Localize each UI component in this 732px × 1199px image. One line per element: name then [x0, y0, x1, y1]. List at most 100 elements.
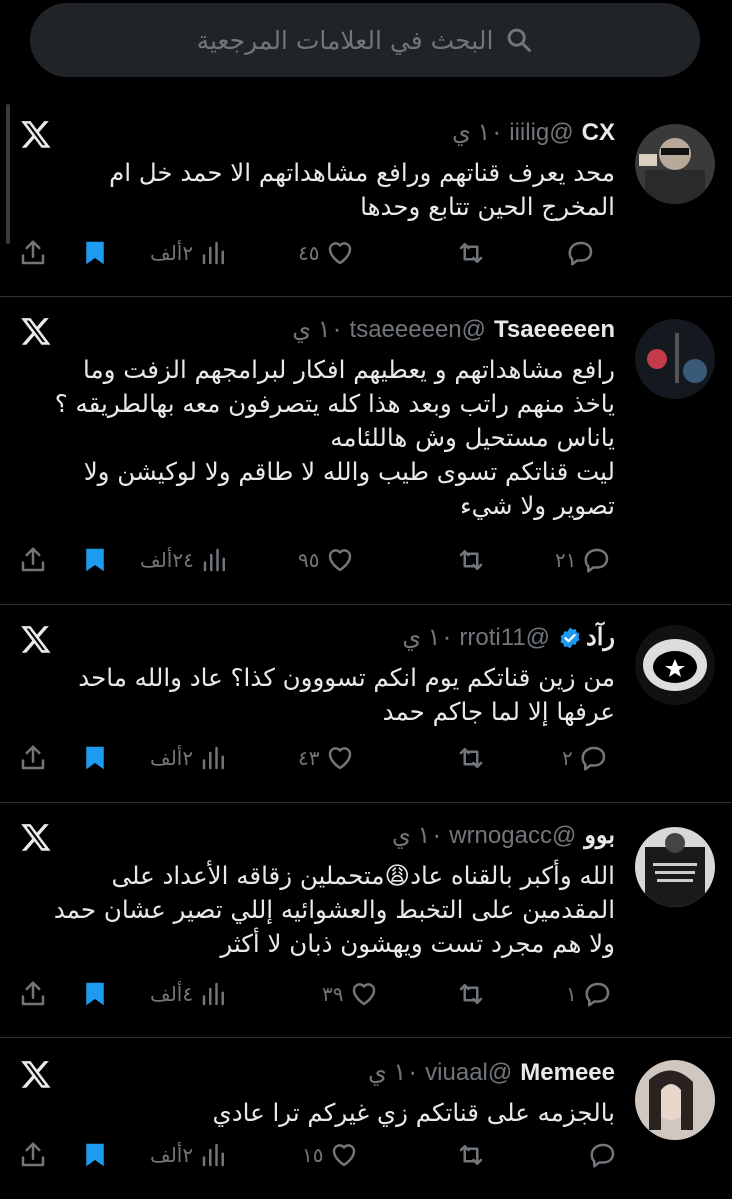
display-name[interactable]: Memeee [520, 1056, 615, 1090]
reply-button[interactable]: ٢ [562, 743, 609, 773]
tweet-header: Tsaeeeeen @tsaeeeeen ١٠ ي [292, 313, 615, 347]
tweet-header: CX @iiilig ١٠ ي [452, 116, 615, 150]
retweet-button[interactable] [456, 743, 486, 773]
heart-icon [353, 983, 376, 1006]
views-button[interactable]: ٢٤ألف [140, 545, 230, 575]
views-chart-icon [202, 1143, 225, 1167]
retweet-button[interactable] [456, 545, 486, 575]
like-count: ٤٥ [298, 241, 320, 265]
tweet-actions: ٤ألف ٣٩ ١ [0, 979, 732, 1019]
views-button[interactable]: ٢ألف [150, 238, 229, 268]
display-name[interactable]: رآد [586, 621, 615, 655]
avatar[interactable] [635, 1060, 715, 1140]
reply-icon [584, 548, 609, 573]
share-icon [21, 547, 45, 572]
tweet-text: رافع مشاهداتهم و يعطيهم افكار لبرامجهم ا… [54, 355, 615, 520]
like-count: ٤٣ [298, 746, 320, 770]
timestamp[interactable]: ١٠ ي [392, 819, 443, 853]
retweet-button[interactable] [456, 1140, 486, 1170]
username[interactable]: @viuaal [425, 1056, 512, 1090]
heart-icon [333, 1144, 356, 1167]
tweet[interactable]: بوو @wrnogacc ١٠ ي الله وأكبر بالقناه عا… [0, 803, 732, 1038]
reply-button[interactable]: ٢١ [555, 545, 612, 575]
username[interactable]: @wrnogacc [449, 819, 576, 853]
like-count: ٩٥ [298, 548, 320, 572]
views-button[interactable]: ٢ألف [150, 743, 229, 773]
tweet-header: رآد @rroti11 ١٠ ي [402, 621, 615, 655]
display-name[interactable]: بوو [584, 819, 615, 853]
like-button[interactable]: ٤٣ [298, 743, 355, 773]
heart-icon [329, 747, 352, 770]
share-button[interactable] [18, 979, 48, 1009]
views-chart-icon [203, 548, 225, 572]
share-button[interactable] [18, 545, 48, 575]
avatar[interactable] [635, 319, 715, 399]
avatar[interactable] [635, 124, 715, 204]
tweet-header: بوو @wrnogacc ١٠ ي [392, 819, 615, 853]
display-name[interactable]: Tsaeeeeen [494, 313, 615, 347]
bookmark-button[interactable] [80, 545, 110, 575]
bookmarks-search-bar[interactable]: البحث في العلامات المرجعية [30, 3, 700, 77]
like-button[interactable]: ٣٩ [322, 979, 379, 1009]
share-icon [21, 745, 45, 770]
retweet-button[interactable] [456, 238, 486, 268]
reply-button[interactable] [582, 1140, 618, 1170]
timestamp[interactable]: ١٠ ي [452, 116, 503, 150]
share-icon [21, 981, 45, 1006]
reply-button[interactable] [560, 238, 596, 268]
x-logo-icon [20, 623, 52, 655]
username[interactable]: @rroti11 [459, 621, 550, 655]
views-chart-icon [202, 982, 225, 1006]
tweet-text: من زين قناتكم يوم انكم تسووون كذا؟ عاد و… [78, 663, 615, 726]
like-button[interactable]: ٩٥ [298, 545, 355, 575]
reply-button[interactable]: ١ [566, 979, 613, 1009]
views-count: ٢٤ألف [140, 548, 194, 572]
timestamp[interactable]: ١٠ ي [292, 313, 343, 347]
username[interactable]: @iiilig [509, 116, 573, 150]
like-count: ١٥ [302, 1143, 324, 1167]
share-icon [21, 1142, 45, 1167]
tweet[interactable]: Tsaeeeeen @tsaeeeeen ١٠ ي رافع مشاهداتهم… [0, 297, 732, 605]
retweet-icon [459, 984, 483, 1004]
retweet-button[interactable] [456, 979, 486, 1009]
bookmark-button[interactable] [80, 238, 110, 268]
views-count: ٤ألف [150, 982, 194, 1006]
bookmark-filled-icon [86, 241, 104, 265]
tweet-actions: ٢ألف ٤٣ ٢ [0, 743, 732, 783]
like-count: ٣٩ [322, 982, 344, 1006]
views-button[interactable]: ٢ألف [150, 1140, 229, 1170]
share-button[interactable] [18, 238, 48, 268]
share-button[interactable] [18, 743, 48, 773]
avatar[interactable] [635, 625, 715, 705]
reply-icon [585, 982, 609, 1007]
display-name[interactable]: CX [582, 116, 615, 150]
username[interactable]: @tsaeeeeen [350, 313, 486, 347]
tweet[interactable]: Memeee @viuaal ١٠ ي بالجزمه على قناتكم ز… [0, 1038, 732, 1199]
reply-count: ١ [566, 982, 577, 1006]
views-count: ٢ألف [150, 1143, 194, 1167]
bookmark-button[interactable] [80, 979, 110, 1009]
views-chart-icon [202, 746, 225, 770]
like-button[interactable]: ٤٥ [298, 238, 355, 268]
bookmark-button[interactable] [80, 743, 110, 773]
bookmark-button[interactable] [80, 1140, 110, 1170]
x-logo-icon [20, 315, 52, 347]
reply-icon [568, 241, 593, 266]
retweet-icon [459, 1145, 483, 1165]
views-button[interactable]: ٤ألف [150, 979, 229, 1009]
tweet-text: بالجزمه على قناتكم زي غيركم ترا عادي [212, 1098, 615, 1127]
tweet[interactable]: رآد @rroti11 ١٠ ي من زين قناتكم يوم انكم… [0, 605, 732, 803]
views-count: ٢ألف [150, 241, 194, 265]
timestamp[interactable]: ١٠ ي [368, 1056, 419, 1090]
like-button[interactable]: ١٥ [302, 1140, 359, 1170]
heart-icon [329, 549, 352, 572]
verified-badge-icon [560, 627, 580, 649]
share-button[interactable] [18, 1140, 48, 1170]
avatar[interactable] [635, 827, 715, 907]
timestamp[interactable]: ١٠ ي [402, 621, 453, 655]
bookmark-filled-icon [86, 982, 104, 1006]
reply-count: ٢١ [555, 548, 577, 572]
tweet[interactable]: CX @iiilig ١٠ ي محد يعرف قناتهم ورافع مش… [0, 100, 732, 297]
x-logo-icon [20, 1058, 52, 1090]
tweet-header: Memeee @viuaal ١٠ ي [368, 1056, 615, 1090]
